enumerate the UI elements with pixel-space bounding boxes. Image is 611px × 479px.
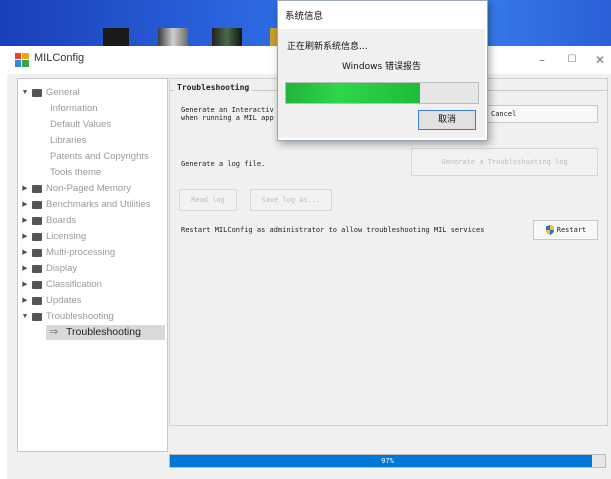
interactive-description-line2: when running a MIL app bbox=[181, 114, 274, 122]
dialog-cancel-button[interactable]: 取消 bbox=[418, 110, 476, 130]
interactive-description: Generate an Interactiv bbox=[181, 106, 274, 114]
expand-toggle-icon[interactable]: ▶ bbox=[20, 277, 30, 293]
generate-log-button[interactable]: Generate a Troubleshooting log bbox=[411, 148, 598, 176]
tree-item-label: Licensing bbox=[46, 231, 87, 242]
tree-item-updates[interactable]: ▶ Updates bbox=[18, 293, 167, 309]
save-log-button[interactable]: Save log As... bbox=[250, 189, 332, 211]
folder-icon bbox=[32, 89, 42, 97]
taskbar-thumbnail bbox=[212, 28, 242, 46]
taskbar-thumbnail bbox=[158, 28, 188, 46]
uac-shield-icon bbox=[545, 225, 554, 235]
dialog-status-text: 正在刷新系统信息... bbox=[287, 42, 368, 52]
tree-item-non-paged-memory[interactable]: ▶ Non-Paged Memory bbox=[18, 181, 167, 197]
tree-item-label: Multi-processing bbox=[46, 247, 116, 258]
tree-item-label: Tools theme bbox=[50, 167, 102, 178]
read-log-label: Read log bbox=[191, 196, 225, 204]
folder-icon bbox=[32, 185, 42, 193]
tree-item-information[interactable]: Information bbox=[18, 101, 167, 117]
dialog-subtitle: Windows 错误报告 bbox=[341, 62, 422, 72]
tree-item-tools-theme[interactable]: Tools theme bbox=[18, 165, 167, 181]
generate-log-label: Generate a Troubleshooting log bbox=[441, 158, 568, 166]
tree-item-label: General bbox=[46, 87, 80, 98]
dialog-title: 系统信息 bbox=[285, 11, 324, 22]
tree-item-classification[interactable]: ▶ Classification bbox=[18, 277, 167, 293]
tree-item-label: Patents and Copyrights bbox=[50, 151, 149, 162]
tree-item-label: Updates bbox=[46, 295, 82, 306]
expand-toggle-icon[interactable]: ▶ bbox=[20, 213, 30, 229]
save-log-label: Save log As... bbox=[261, 196, 321, 204]
tree-item-label: Boards bbox=[46, 215, 77, 226]
folder-icon bbox=[32, 201, 42, 209]
navigation-tree[interactable]: ▼ General Information Default Values Lib… bbox=[17, 78, 168, 452]
restart-label: Restart bbox=[556, 226, 587, 234]
tree-item-libraries[interactable]: Libraries bbox=[18, 133, 167, 149]
expand-toggle-icon[interactable]: ▶ bbox=[20, 197, 30, 213]
tree-item-patents[interactable]: Patents and Copyrights bbox=[18, 149, 167, 165]
expand-toggle-icon[interactable]: ▼ bbox=[20, 85, 30, 101]
tree-item-troubleshooting-group[interactable]: ▼ Troubleshooting bbox=[18, 309, 167, 325]
progress-bar: 97% bbox=[169, 454, 606, 468]
maximize-button[interactable]: ☐ bbox=[557, 50, 587, 70]
group-title: Troubleshooting bbox=[174, 83, 253, 92]
cancel-interactive-button[interactable]: Cancel bbox=[484, 105, 598, 123]
dialog-body: 正在刷新系统信息... Windows 错误报告 取消 bbox=[278, 29, 485, 138]
cancel-interactive-label: Cancel bbox=[491, 110, 517, 118]
tree-item-display[interactable]: ▶ Display bbox=[18, 261, 167, 277]
arrow-right-icon: ⇒ bbox=[49, 326, 59, 338]
folder-icon bbox=[32, 217, 42, 225]
tree-item-label: Libraries bbox=[50, 135, 87, 146]
tree-item-label: Display bbox=[46, 263, 78, 274]
expand-toggle-icon[interactable]: ▶ bbox=[20, 293, 30, 309]
expand-toggle-icon[interactable]: ▶ bbox=[20, 181, 30, 197]
folder-icon bbox=[32, 281, 42, 289]
tree-item-multi-processing[interactable]: ▶ Multi-processing bbox=[18, 245, 167, 261]
minimize-button[interactable]: – bbox=[527, 50, 557, 70]
expand-toggle-icon[interactable]: ▶ bbox=[20, 261, 30, 277]
folder-icon bbox=[32, 313, 42, 321]
expand-toggle-icon[interactable]: ▼ bbox=[20, 309, 30, 325]
tree-item-label: Troubleshooting bbox=[46, 311, 114, 322]
tree-item-troubleshooting[interactable]: ⇒ Troubleshooting bbox=[46, 325, 165, 340]
dialog-progress-bar bbox=[285, 82, 479, 104]
folder-icon bbox=[32, 265, 42, 273]
expand-toggle-icon[interactable]: ▶ bbox=[20, 229, 30, 245]
folder-icon bbox=[32, 249, 42, 257]
tree-item-label: Non-Paged Memory bbox=[46, 183, 132, 194]
log-description: Generate a log file. bbox=[181, 160, 266, 168]
tree-item-label: Benchmarks and Utilities bbox=[46, 199, 151, 210]
restart-button[interactable]: Restart bbox=[533, 220, 598, 240]
tree-item-label: Troubleshooting bbox=[66, 326, 141, 338]
milconfig-app-icon bbox=[15, 53, 29, 67]
tree-item-label: Classification bbox=[46, 279, 102, 290]
tree-item-general[interactable]: ▼ General bbox=[18, 85, 167, 101]
restart-description: Restart MILConfig as administrator to al… bbox=[181, 226, 485, 234]
window-title: MILConfig bbox=[34, 52, 85, 64]
system-info-dialog: 系统信息 正在刷新系统信息... Windows 错误报告 取消 bbox=[277, 0, 488, 141]
tree-item-boards[interactable]: ▶ Boards bbox=[18, 213, 167, 229]
tree-item-licensing[interactable]: ▶ Licensing bbox=[18, 229, 167, 245]
dialog-progress-fill bbox=[286, 83, 421, 103]
expand-toggle-icon[interactable]: ▶ bbox=[20, 245, 30, 261]
progress-label: 97% bbox=[381, 457, 394, 465]
folder-icon bbox=[32, 233, 42, 241]
close-button[interactable]: ✕ bbox=[585, 50, 611, 70]
tree-item-label: Information bbox=[50, 103, 98, 114]
read-log-button[interactable]: Read log bbox=[179, 189, 237, 211]
folder-icon bbox=[32, 297, 42, 305]
taskbar-thumbnail bbox=[103, 28, 129, 46]
tree-item-benchmarks[interactable]: ▶ Benchmarks and Utilities bbox=[18, 197, 167, 213]
tree-item-label: Default Values bbox=[50, 119, 112, 130]
tree-item-default-values[interactable]: Default Values bbox=[18, 117, 167, 133]
